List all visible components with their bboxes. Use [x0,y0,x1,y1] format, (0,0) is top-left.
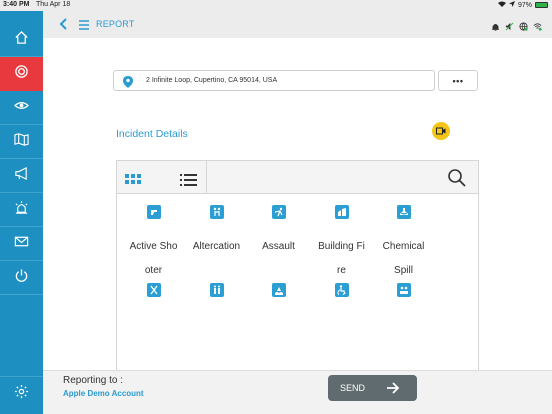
incident-type-assault[interactable]: Assault [247,205,310,259]
group-icon [396,283,411,297]
sidebar [0,0,43,414]
list-view-icon[interactable] [180,173,197,186]
megaphone-icon [14,166,29,186]
location-arrow-icon [508,1,515,9]
sidebar-item-messages[interactable] [0,227,43,261]
menu-icon[interactable] [78,18,90,30]
mute-icon[interactable] [505,18,514,31]
mail-icon [14,234,29,254]
incident-type-row2-5[interactable] [372,283,435,297]
address-text: 2 Infinite Loop, Cupertino, CA 95014, US… [146,77,278,84]
footer-bar: Reporting to : Apple Demo Account SEND [43,370,552,414]
incident-type-row2-3[interactable] [247,283,310,297]
globe-icon[interactable] [519,18,528,31]
grid-view-icon[interactable] [125,173,141,185]
sidebar-item-settings[interactable] [0,376,43,410]
active-shooter-icon [146,205,161,219]
battery-percent: 97% [517,1,532,9]
battery-icon [535,2,548,8]
sidebar-item-announce[interactable] [0,159,43,193]
incident-details-title: Incident Details [116,128,188,140]
altercation-icon [209,205,224,219]
signal-icon[interactable] [533,18,542,31]
status-bar: 3:40 PM Thu Apr 18 97% [0,0,552,11]
eye-icon [14,98,29,118]
top-status-icons [491,18,542,31]
assault-icon [271,205,286,219]
incident-label: Building Fi [318,241,365,252]
incident-label-cont: oter [144,265,163,276]
incident-type-chemical-spill[interactable]: Chemical Spill [372,205,435,283]
incident-label: Chemical [382,241,425,252]
reporting-to-label: Reporting to : [63,375,124,386]
sidebar-item-power[interactable] [0,261,43,295]
page-title: REPORT [96,19,135,29]
incident-label: Assault [262,241,295,252]
sidebar-item-map[interactable] [0,125,43,159]
status-date: Thu Apr 18 [36,1,71,8]
incident-type-building-fire[interactable]: Building Fi re [310,205,373,283]
more-options-button[interactable]: ••• [438,70,478,91]
search-icon[interactable] [447,168,467,188]
main-content: 2 Infinite Loop, Cupertino, CA 95014, US… [43,38,552,372]
gear-icon [14,384,29,404]
send-label: SEND [340,383,366,393]
send-button[interactable]: SEND [328,375,417,401]
flood-icon [271,283,286,297]
incident-type-row2-4[interactable] [310,283,373,297]
incident-label-cont: re [337,265,346,276]
arrow-right-icon [387,382,400,394]
wifi-icon [497,1,506,9]
battery-fill [536,3,547,7]
sidebar-item-report[interactable] [0,57,43,91]
cut-icon [146,283,161,297]
power-icon [14,268,29,288]
status-right: 97% [497,1,548,9]
accessibility-icon [334,283,349,297]
sidebar-item-watch[interactable] [0,91,43,125]
incident-type-active-shooter[interactable]: Active Sho oter [122,205,185,283]
bell-icon[interactable] [491,18,500,31]
incident-type-panel: Active Sho oter Altercation Assault Build… [116,160,479,372]
app-root: 3:40 PM Thu Apr 18 97% REPORT 2 Infinite… [0,0,552,414]
home-icon [14,30,29,50]
incident-type-row2-1[interactable] [122,283,185,297]
incident-type-row2-2[interactable] [185,283,248,297]
map-icon [14,132,29,152]
toggle-divider [206,161,207,194]
incident-label: Altercation [192,241,241,252]
alarm-icon [14,200,29,220]
chemical-spill-icon [396,205,411,219]
back-icon[interactable] [59,17,69,31]
reporting-account[interactable]: Apple Demo Account [63,389,144,398]
top-bar: REPORT [43,11,552,38]
incident-label: Active Sho [129,241,178,252]
status-time: 3:40 PM [3,1,30,8]
address-field[interactable]: 2 Infinite Loop, Cupertino, CA 95014, US… [113,70,435,91]
people-icon [209,283,224,297]
incident-label-cont: Spill [394,265,413,276]
camera-button[interactable] [432,122,450,140]
location-pin-icon [123,75,133,88]
incident-type-altercation[interactable]: Altercation [185,205,248,259]
target-icon [14,64,29,84]
building-fire-icon [334,205,349,219]
video-camera-icon [436,127,446,135]
sidebar-item-alarm[interactable] [0,193,43,227]
view-toggle-bar [117,161,478,194]
sidebar-item-home[interactable] [0,23,43,57]
